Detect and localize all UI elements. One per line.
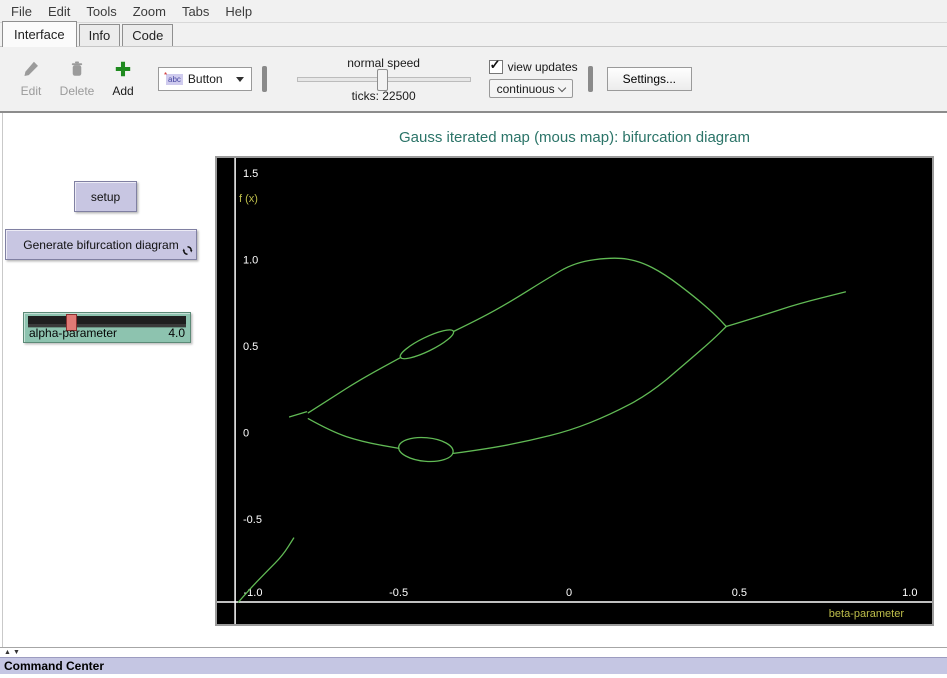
settings-button[interactable]: Settings... xyxy=(607,67,692,91)
period-doubling-loop-2 xyxy=(398,435,454,463)
view-updates-row: ✓ view updates xyxy=(489,60,578,74)
x-tick-label: 0.5 xyxy=(732,587,747,599)
speed-slider[interactable] xyxy=(297,77,471,82)
menu-item-tools[interactable]: Tools xyxy=(78,2,124,21)
pencil-icon xyxy=(22,60,40,81)
curve-upper-branch-post-loop xyxy=(454,258,727,331)
interface-toolbar: Edit Delete Add *abc Button normal speed xyxy=(0,47,947,113)
speed-slider-thumb[interactable] xyxy=(377,69,388,91)
chevron-down-icon xyxy=(557,83,565,91)
view-updates-label: view updates xyxy=(508,60,578,74)
edit-tool-button[interactable]: Edit xyxy=(8,60,54,98)
toolbar-separator xyxy=(588,66,593,92)
x-tick-label: 1.0 xyxy=(902,587,917,599)
tab-interface[interactable]: Interface xyxy=(2,21,77,47)
tab-info[interactable]: Info xyxy=(79,24,121,46)
view-updates-controls: ✓ view updates continuous xyxy=(489,60,578,98)
x-axis-name-label: beta-parameter xyxy=(829,608,905,620)
widget-type-value: Button xyxy=(188,72,223,86)
widget-type-dropdown[interactable]: *abc Button xyxy=(158,67,252,91)
command-center-header[interactable]: Command Center xyxy=(0,657,947,674)
y-tick-label: 1.0 xyxy=(243,255,258,267)
plus-icon xyxy=(114,60,132,81)
menu-item-edit[interactable]: Edit xyxy=(40,2,78,21)
update-mode-dropdown[interactable]: continuous xyxy=(489,79,573,98)
ticks-counter: ticks: 22500 xyxy=(352,89,416,103)
y-tick-label: 0.5 xyxy=(243,341,258,353)
menu-bar: File Edit Tools Zoom Tabs Help xyxy=(0,0,947,23)
y-tick-label: 0 xyxy=(243,428,249,440)
command-center-title: Command Center xyxy=(4,659,104,673)
generate-bifurcation-button[interactable]: Generate bifurcation diagram xyxy=(5,229,197,260)
button-widget-icon: *abc xyxy=(166,74,183,85)
slider-value: 4.0 xyxy=(168,326,185,340)
delete-tool-button[interactable]: Delete xyxy=(54,60,100,98)
tab-code[interactable]: Code xyxy=(122,24,173,46)
delete-tool-label: Delete xyxy=(60,84,95,98)
y-tick-label: -0.5 xyxy=(243,514,262,526)
curve-right-tail xyxy=(726,292,845,327)
netlogo-window: File Edit Tools Zoom Tabs Help Interface… xyxy=(0,0,947,678)
y-tick-label: 1.5 xyxy=(243,168,258,180)
curve-lower-branch-pre-loop xyxy=(308,419,399,449)
curve-lower-branch-post-loop xyxy=(454,327,727,454)
edit-tool-label: Edit xyxy=(21,84,42,98)
splitter-down-arrow-icon[interactable]: ▼ xyxy=(13,649,20,656)
slider-labels: alpha-parameter 4.0 xyxy=(29,326,185,340)
bifurcation-plot-canvas: 1.51.00.50-0.5-1.0-0.500.51.0f (x)beta-p… xyxy=(217,158,932,624)
trash-icon xyxy=(68,60,86,81)
period-doubling-loop-1 xyxy=(397,325,456,363)
command-center-splitter[interactable]: ▲ ▼ xyxy=(0,648,947,657)
alpha-parameter-slider[interactable]: alpha-parameter 4.0 xyxy=(23,312,191,343)
interface-canvas: Gauss iterated map (mous map): bifurcati… xyxy=(0,113,947,647)
update-mode-value: continuous xyxy=(497,82,555,96)
x-tick-label: 0 xyxy=(566,587,572,599)
bottom-panel: ▲ ▼ Command Center xyxy=(0,647,947,674)
tab-bar: Interface Info Code xyxy=(0,23,947,47)
menu-item-tabs[interactable]: Tabs xyxy=(174,2,217,21)
toolbar-separator xyxy=(262,66,267,92)
forever-icon xyxy=(182,245,193,256)
x-tick-label: -0.5 xyxy=(389,587,408,599)
menu-item-zoom[interactable]: Zoom xyxy=(125,2,174,21)
checkmark-icon: ✓ xyxy=(490,57,501,73)
add-tool-button[interactable]: Add xyxy=(100,60,146,98)
bifurcation-plot-widget: 1.51.00.50-0.5-1.0-0.500.51.0f (x)beta-p… xyxy=(215,156,934,626)
curve-left-stub xyxy=(290,412,307,417)
view-updates-checkbox[interactable]: ✓ xyxy=(489,60,503,74)
curve-lower-left-arc xyxy=(239,538,294,602)
y-axis-name-label: f (x) xyxy=(239,193,258,205)
plot-title: Gauss iterated map (mous map): bifurcati… xyxy=(215,129,934,146)
setup-button[interactable]: setup xyxy=(74,181,137,212)
curve-upper-branch-pre-loop xyxy=(308,357,401,413)
menu-item-file[interactable]: File xyxy=(3,2,40,21)
canvas-left-border xyxy=(2,113,3,647)
speed-label: normal speed xyxy=(347,56,420,70)
menu-item-help[interactable]: Help xyxy=(217,2,260,21)
generate-button-label: Generate bifurcation diagram xyxy=(23,238,178,252)
slider-name-label: alpha-parameter xyxy=(29,326,117,340)
splitter-up-arrow-icon[interactable]: ▲ xyxy=(4,649,11,656)
speed-control: normal speed ticks: 22500 xyxy=(293,56,475,103)
add-tool-label: Add xyxy=(112,84,133,98)
dropdown-arrow-icon xyxy=(236,77,244,82)
